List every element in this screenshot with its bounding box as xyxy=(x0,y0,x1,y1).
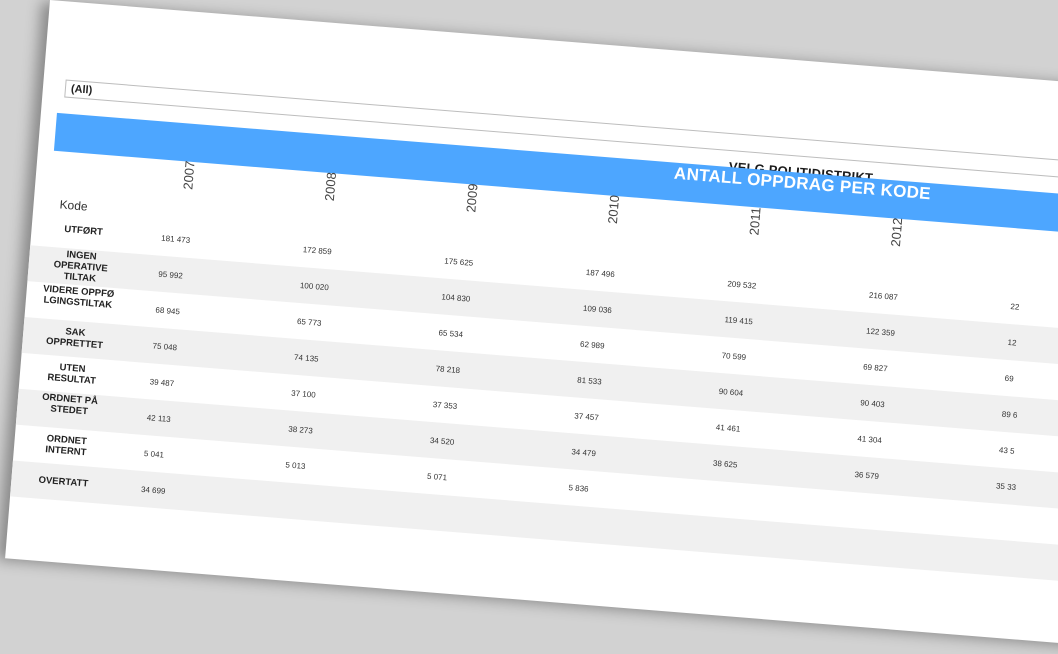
year-header-2009: 2009 xyxy=(463,183,481,214)
table-cell: 5 071 xyxy=(426,471,448,483)
row-label: INGEN OPERATIVE TILTAK xyxy=(53,249,109,285)
table-cell: 12 xyxy=(1007,337,1017,348)
table-cell: 89 6 xyxy=(1001,409,1018,420)
table-cell: 38 625 xyxy=(712,458,738,470)
table-cell: 90 604 xyxy=(718,386,744,398)
table-cell: 69 xyxy=(1004,373,1014,384)
row-label: ORDNET PÅ STEDET xyxy=(41,391,99,418)
table-cell: 100 020 xyxy=(299,280,330,293)
table-cell: 119 415 xyxy=(724,315,754,327)
table-cell: 37 353 xyxy=(432,400,458,411)
row-label: UTEN RESULTAT xyxy=(46,361,97,387)
table-cell: 35 33 xyxy=(995,481,1017,493)
table-cell: 37 100 xyxy=(290,388,317,400)
table-cell: 34 479 xyxy=(571,447,597,459)
table-cell: 37 457 xyxy=(573,411,600,423)
table-cell: 5 013 xyxy=(285,460,306,471)
table-cell: 69 827 xyxy=(862,362,888,374)
table-cell: 181 473 xyxy=(160,233,191,245)
table-cell: 95 992 xyxy=(158,269,184,281)
table-cell: 41 304 xyxy=(857,434,883,446)
table-cell: 39 487 xyxy=(149,377,175,389)
year-header-2011: 2011 xyxy=(746,206,764,236)
table-cell: 34 520 xyxy=(429,435,455,447)
table-cell: 70 599 xyxy=(721,351,747,362)
district-filter-value: (All) xyxy=(70,82,93,97)
table-cell: 36 579 xyxy=(854,470,880,481)
table-cell: 34 699 xyxy=(140,484,166,496)
table-cell: 209 532 xyxy=(727,279,757,291)
row-label: ORDNET INTERNT xyxy=(44,433,88,459)
table-cell: 41 461 xyxy=(715,422,741,434)
table-cell: 109 036 xyxy=(582,303,613,316)
table-cell: 122 359 xyxy=(865,326,896,338)
table-cell: 90 403 xyxy=(859,398,886,410)
table-cell: 43 5 xyxy=(998,445,1015,456)
table-cell: 104 830 xyxy=(441,292,471,304)
year-header-2010: 2010 xyxy=(604,194,623,225)
year-header-2007: 2007 xyxy=(180,160,198,191)
row-label: UTFØRT xyxy=(63,223,104,238)
row-label: SAK OPPRETTET xyxy=(45,326,104,352)
table-cell: 65 534 xyxy=(438,328,464,340)
table-cell: 216 087 xyxy=(868,290,899,302)
table-cell: 68 945 xyxy=(155,305,181,317)
table-cell: 42 113 xyxy=(146,413,171,425)
year-header-2008: 2008 xyxy=(321,171,340,202)
table-cell: 5 836 xyxy=(568,483,589,494)
table-cell: 175 625 xyxy=(443,256,474,268)
table-cell: 172 859 xyxy=(302,245,332,257)
data-table-body: UTFØRT 181 473 172 859 175 625 187 496 209 53… xyxy=(10,0,1058,585)
table-cell: 5 041 xyxy=(143,449,165,460)
table-cell: 65 773 xyxy=(296,316,322,328)
table-cell: 62 989 xyxy=(579,339,605,351)
table-cell: 38 273 xyxy=(288,424,314,436)
row-label: OVERTATT xyxy=(38,474,89,490)
table-cell: 81 533 xyxy=(576,375,602,387)
table-cell: 74 135 xyxy=(293,352,319,364)
row-label: VIDERE OPPFØ LGINGSTILTAK xyxy=(42,283,115,311)
table-cell: 22 xyxy=(1010,302,1020,312)
report-sheet: (All) VELG POLITIDISTRIKT ANTALL OPPDRAG… xyxy=(5,0,1058,654)
year-header-2012: 2012 xyxy=(887,217,906,248)
table-cell: 187 496 xyxy=(585,267,616,280)
table-cell: 75 048 xyxy=(152,341,178,353)
table-cell: 78 218 xyxy=(435,364,461,376)
